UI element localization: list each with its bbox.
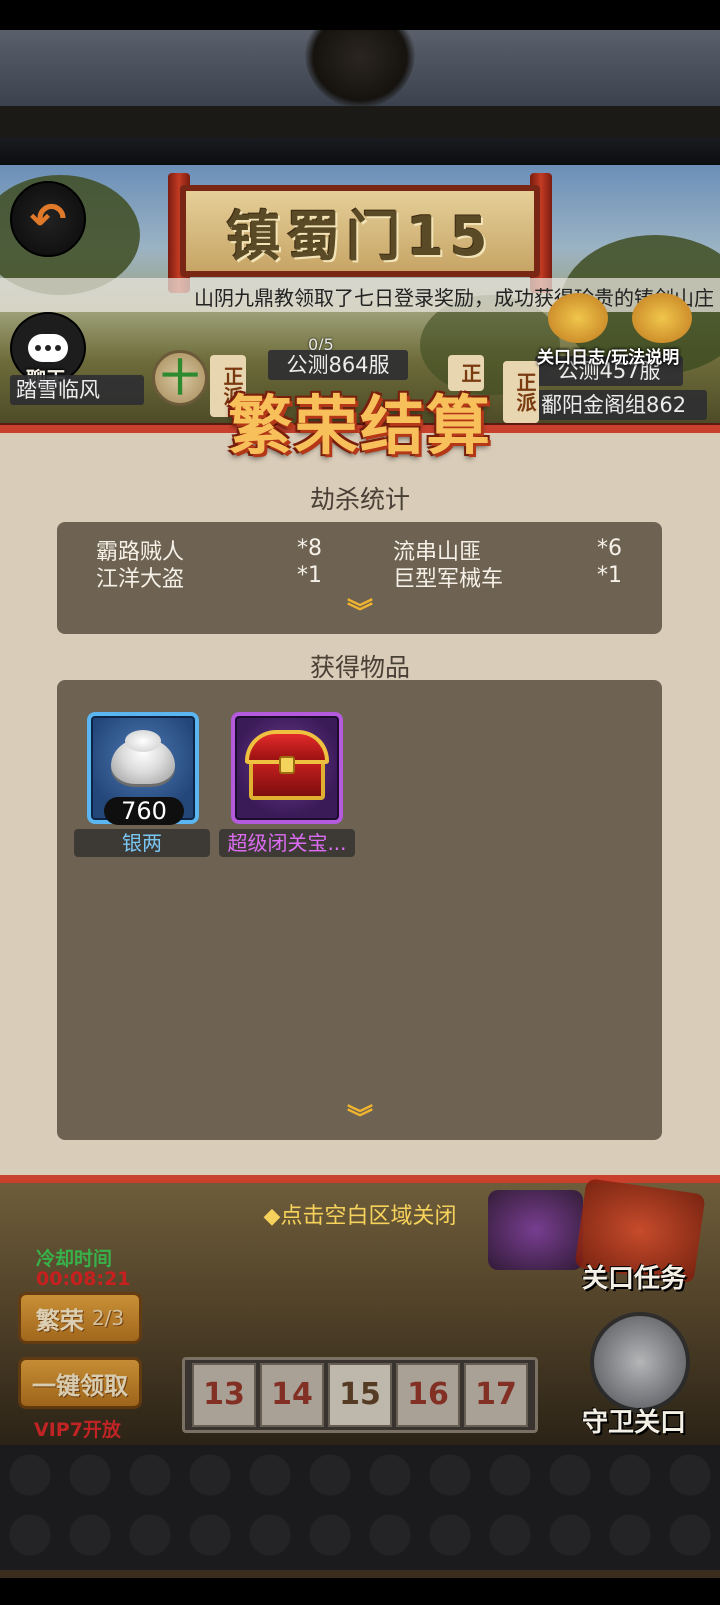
stage-cell[interactable]: 16	[396, 1363, 460, 1427]
roof-band	[0, 106, 720, 138]
log-icon[interactable]	[548, 293, 608, 343]
stage-cell[interactable]: 13	[192, 1363, 256, 1427]
claim-all-button[interactable]: 一键领取	[18, 1357, 142, 1409]
floor-pattern	[0, 1445, 720, 1570]
back-arrow-icon: ↶	[29, 193, 67, 245]
cooldown-label: 冷却时间	[36, 1248, 113, 1270]
chest-lock	[279, 756, 295, 774]
claim-all-label: 一键领取	[32, 1371, 128, 1400]
war-cart-icon	[488, 1190, 583, 1270]
kill-count: *1	[297, 563, 322, 588]
guard-label[interactable]: 守卫关口	[582, 1402, 686, 1439]
roof-ornament	[305, 30, 415, 108]
back-button[interactable]: ↶	[10, 181, 86, 257]
expand-chevron-icon[interactable]: ︾	[341, 1106, 377, 1138]
vip-note: VIP7开放	[34, 1419, 121, 1441]
modal-title: 繁荣结算	[228, 390, 492, 464]
floor-trim	[0, 1570, 720, 1578]
status-bar	[0, 0, 720, 30]
kill-name: 巨型军械车	[393, 567, 504, 592]
chat-icon	[28, 334, 68, 362]
item-name: 超级闭关宝...	[219, 829, 355, 857]
item-name: 银两	[74, 829, 210, 857]
mission-label[interactable]: 关口任务	[582, 1258, 686, 1295]
silver-ingot-top	[125, 730, 161, 752]
kill-stats-panel: 霸路贼人 *8 流串山匪 *6 江洋大盗 *1 巨型军械车 *1 ︾	[57, 522, 662, 634]
kill-name: 江洋大盗	[96, 567, 185, 592]
log-guide-label[interactable]: 关口日志/玩法说明	[537, 343, 679, 368]
navigation-bar	[0, 1578, 720, 1605]
broadcast-banner: 山阴九鼎教领取了七日登录奖励，成功获得珍贵的铸剑山庄	[0, 278, 720, 312]
expand-chevron-icon[interactable]: ︾	[341, 600, 377, 632]
stage-sign: 镇蜀门15	[180, 185, 540, 277]
kill-count: *1	[597, 563, 622, 588]
prosper-button[interactable]: 繁荣 2/3	[18, 1292, 142, 1344]
kill-stats-title: 劫杀统计	[309, 485, 410, 514]
cooldown-timer: 00:08:21	[36, 1268, 131, 1290]
item-quantity: 760	[104, 797, 184, 825]
prosper-count: 2/3	[91, 1306, 125, 1330]
stage-selector: 13 14 15 16 17	[182, 1357, 538, 1433]
stage-cell-current[interactable]: 15	[328, 1363, 392, 1427]
stage-cell[interactable]: 14	[260, 1363, 324, 1427]
kill-count: *8	[297, 536, 322, 561]
kill-count: *6	[597, 536, 622, 561]
stage-cell[interactable]: 17	[464, 1363, 528, 1427]
items-title: 获得物品	[309, 653, 410, 682]
item-slot-chest[interactable]	[231, 712, 343, 824]
stage-title: 镇蜀门15	[226, 204, 494, 268]
guard-knight-icon[interactable]	[590, 1312, 690, 1412]
temple-roof	[0, 30, 720, 165]
prosper-label: 繁荣	[35, 1306, 84, 1335]
guide-icon[interactable]	[632, 293, 692, 343]
